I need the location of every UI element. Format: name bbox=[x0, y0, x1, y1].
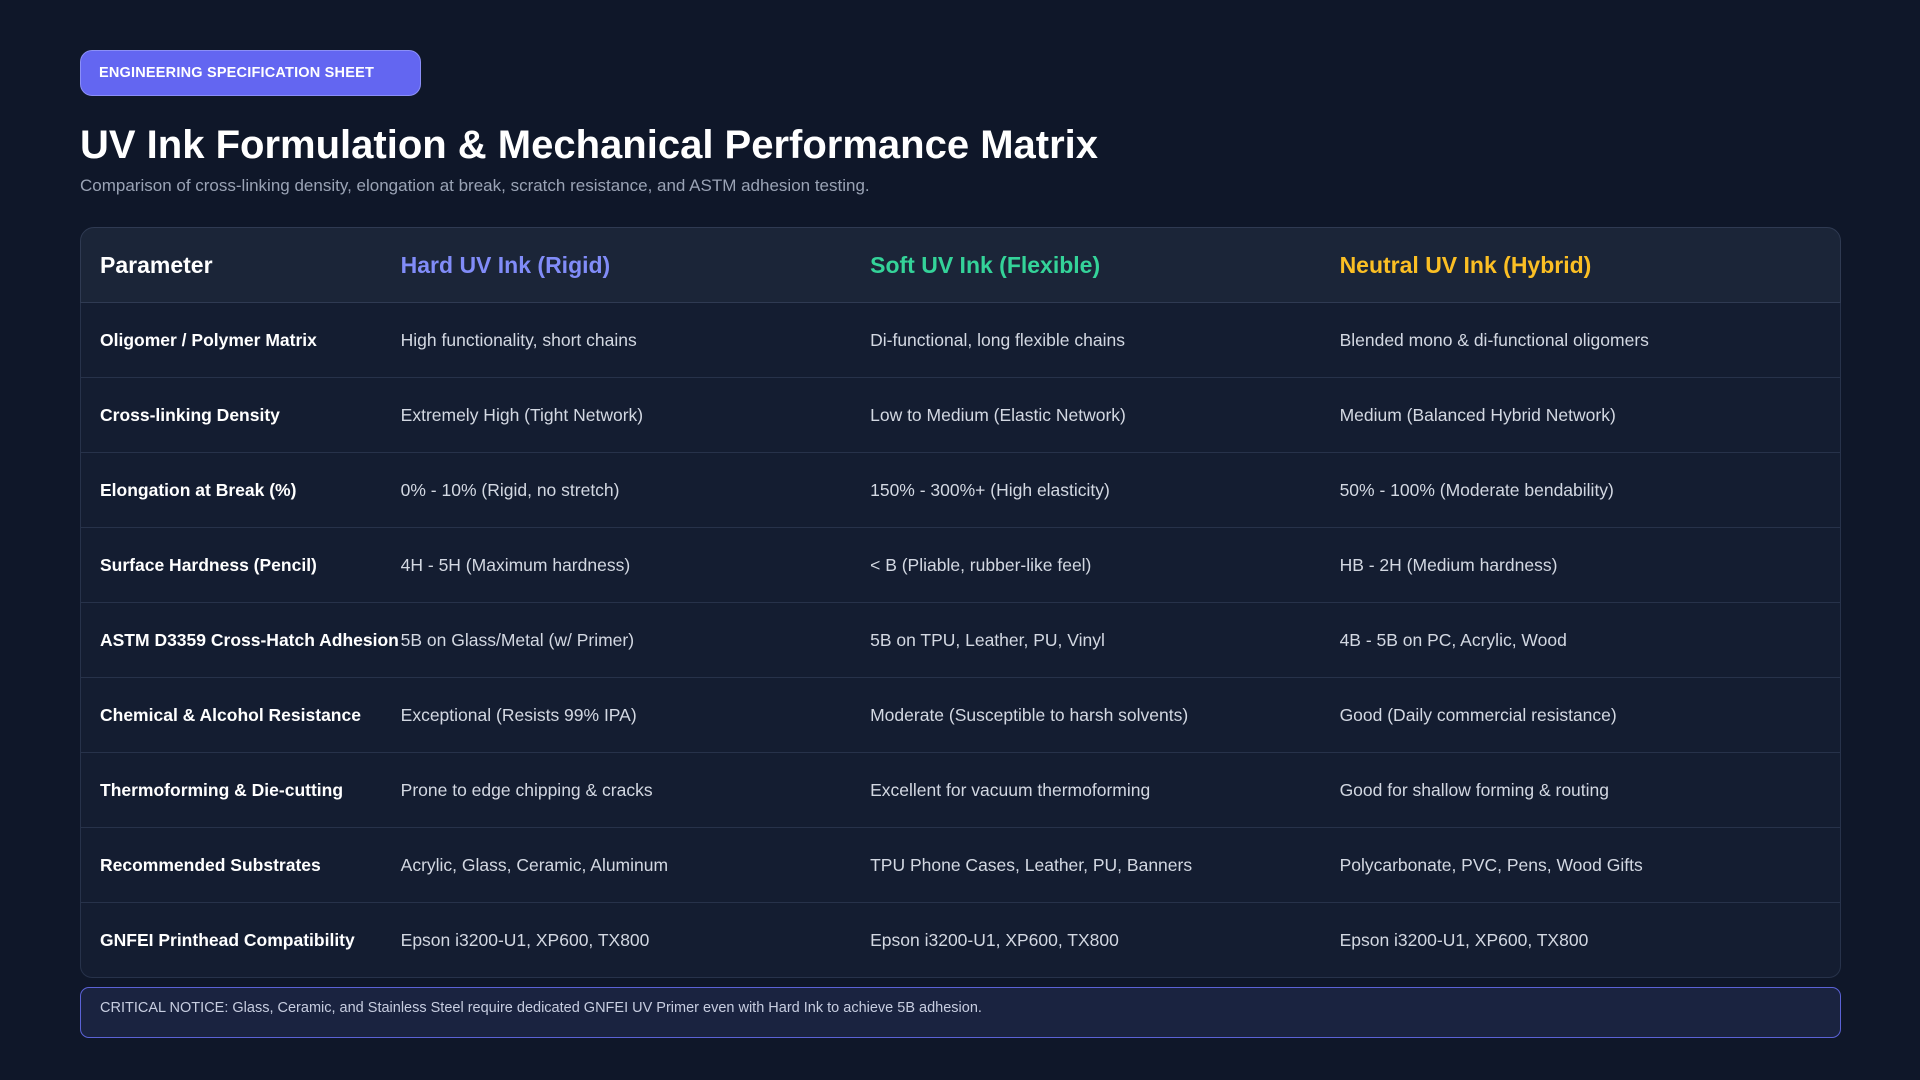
table-row: Chemical & Alcohol Resistance Exceptiona… bbox=[80, 678, 1841, 753]
hard-ink-value: 4H - 5H (Maximum hardness) bbox=[400, 554, 631, 575]
soft-ink-value: Excellent for vacuum thermoforming bbox=[870, 779, 1151, 800]
soft-ink-value: 5B on TPU, Leather, PU, Vinyl bbox=[870, 629, 1105, 650]
neutral-ink-value: Epson i3200-U1, XP600, TX800 bbox=[1339, 929, 1589, 950]
hard-ink-value: Extremely High (Tight Network) bbox=[400, 404, 644, 425]
parameter-name: Elongation at Break (%) bbox=[100, 479, 297, 500]
soft-ink-value: Di-functional, long flexible chains bbox=[870, 329, 1125, 350]
neutral-ink-value: Blended mono & di-functional oligomers bbox=[1339, 329, 1649, 350]
critical-notice: CRITICAL NOTICE: Glass, Ceramic, and Sta… bbox=[80, 987, 1841, 1038]
header-soft-ink: Soft UV Ink (Flexible) bbox=[870, 251, 1101, 278]
parameter-name: Thermoforming & Die-cutting bbox=[100, 779, 344, 800]
neutral-ink-value: 50% - 100% (Moderate bendability) bbox=[1339, 479, 1614, 500]
neutral-ink-value: Good (Daily commercial resistance) bbox=[1339, 704, 1617, 725]
table-row: Oligomer / Polymer Matrix High functiona… bbox=[80, 303, 1841, 378]
soft-ink-value: < B (Pliable, rubber-like feel) bbox=[870, 554, 1092, 575]
spec-table: Parameter Hard UV Ink (Rigid) Soft UV In… bbox=[80, 227, 1841, 978]
hard-ink-value: High functionality, short chains bbox=[400, 329, 637, 350]
hard-ink-value: 5B on Glass/Metal (w/ Primer) bbox=[400, 629, 635, 650]
category-badge: ENGINEERING SPECIFICATION SHEET bbox=[80, 50, 421, 96]
soft-ink-value: Moderate (Susceptible to harsh solvents) bbox=[870, 704, 1189, 725]
hard-ink-value: Prone to edge chipping & cracks bbox=[400, 779, 653, 800]
soft-ink-value: Epson i3200-U1, XP600, TX800 bbox=[870, 929, 1119, 950]
hard-ink-value: 0% - 10% (Rigid, no stretch) bbox=[400, 479, 620, 500]
parameter-name: Surface Hardness (Pencil) bbox=[100, 554, 317, 575]
header-parameter: Parameter bbox=[100, 251, 213, 278]
header-neutral-ink: Neutral UV Ink (Hybrid) bbox=[1339, 251, 1592, 278]
parameter-name: Chemical & Alcohol Resistance bbox=[100, 704, 361, 725]
neutral-ink-value: HB - 2H (Medium hardness) bbox=[1339, 554, 1558, 575]
page-subtitle: Comparison of cross-linking density, elo… bbox=[80, 176, 870, 195]
soft-ink-value: TPU Phone Cases, Leather, PU, Banners bbox=[870, 854, 1193, 875]
neutral-ink-value: 4B - 5B on PC, Acrylic, Wood bbox=[1339, 629, 1567, 650]
table-row: ASTM D3359 Cross-Hatch Adhesion 5B on Gl… bbox=[80, 603, 1841, 678]
table-row: Thermoforming & Die-cutting Prone to edg… bbox=[80, 753, 1841, 828]
soft-ink-value: 150% - 300%+ (High elasticity) bbox=[870, 479, 1110, 500]
hard-ink-value: Exceptional (Resists 99% IPA) bbox=[400, 704, 637, 725]
table-row: Surface Hardness (Pencil) 4H - 5H (Maxim… bbox=[80, 528, 1841, 603]
header-hard-ink: Hard UV Ink (Rigid) bbox=[400, 251, 611, 278]
neutral-ink-value: Medium (Balanced Hybrid Network) bbox=[1339, 404, 1616, 425]
table-row: Recommended Substrates Acrylic, Glass, C… bbox=[80, 828, 1841, 903]
parameter-name: Oligomer / Polymer Matrix bbox=[100, 329, 317, 350]
spec-sheet-page: ENGINEERING SPECIFICATION SHEET UV Ink F… bbox=[0, 0, 1920, 1080]
table-row: GNFEI Printhead Compatibility Epson i320… bbox=[80, 903, 1841, 978]
table-row: Cross-linking Density Extremely High (Ti… bbox=[80, 378, 1841, 453]
parameter-name: GNFEI Printhead Compatibility bbox=[100, 929, 355, 950]
page-title: UV Ink Formulation & Mechanical Performa… bbox=[80, 123, 1099, 167]
neutral-ink-value: Good for shallow forming & routing bbox=[1339, 779, 1610, 800]
hard-ink-value: Acrylic, Glass, Ceramic, Aluminum bbox=[400, 854, 669, 875]
soft-ink-value: Low to Medium (Elastic Network) bbox=[870, 404, 1126, 425]
neutral-ink-value: Polycarbonate, PVC, Pens, Wood Gifts bbox=[1339, 854, 1643, 875]
table-header-row: Parameter Hard UV Ink (Rigid) Soft UV In… bbox=[80, 227, 1841, 303]
parameter-name: Cross-linking Density bbox=[100, 404, 280, 425]
hard-ink-value: Epson i3200-U1, XP600, TX800 bbox=[400, 929, 650, 950]
parameter-name: Recommended Substrates bbox=[100, 854, 321, 875]
table-row: Elongation at Break (%) 0% - 10% (Rigid,… bbox=[80, 453, 1841, 528]
parameter-name: ASTM D3359 Cross-Hatch Adhesion bbox=[100, 629, 399, 650]
